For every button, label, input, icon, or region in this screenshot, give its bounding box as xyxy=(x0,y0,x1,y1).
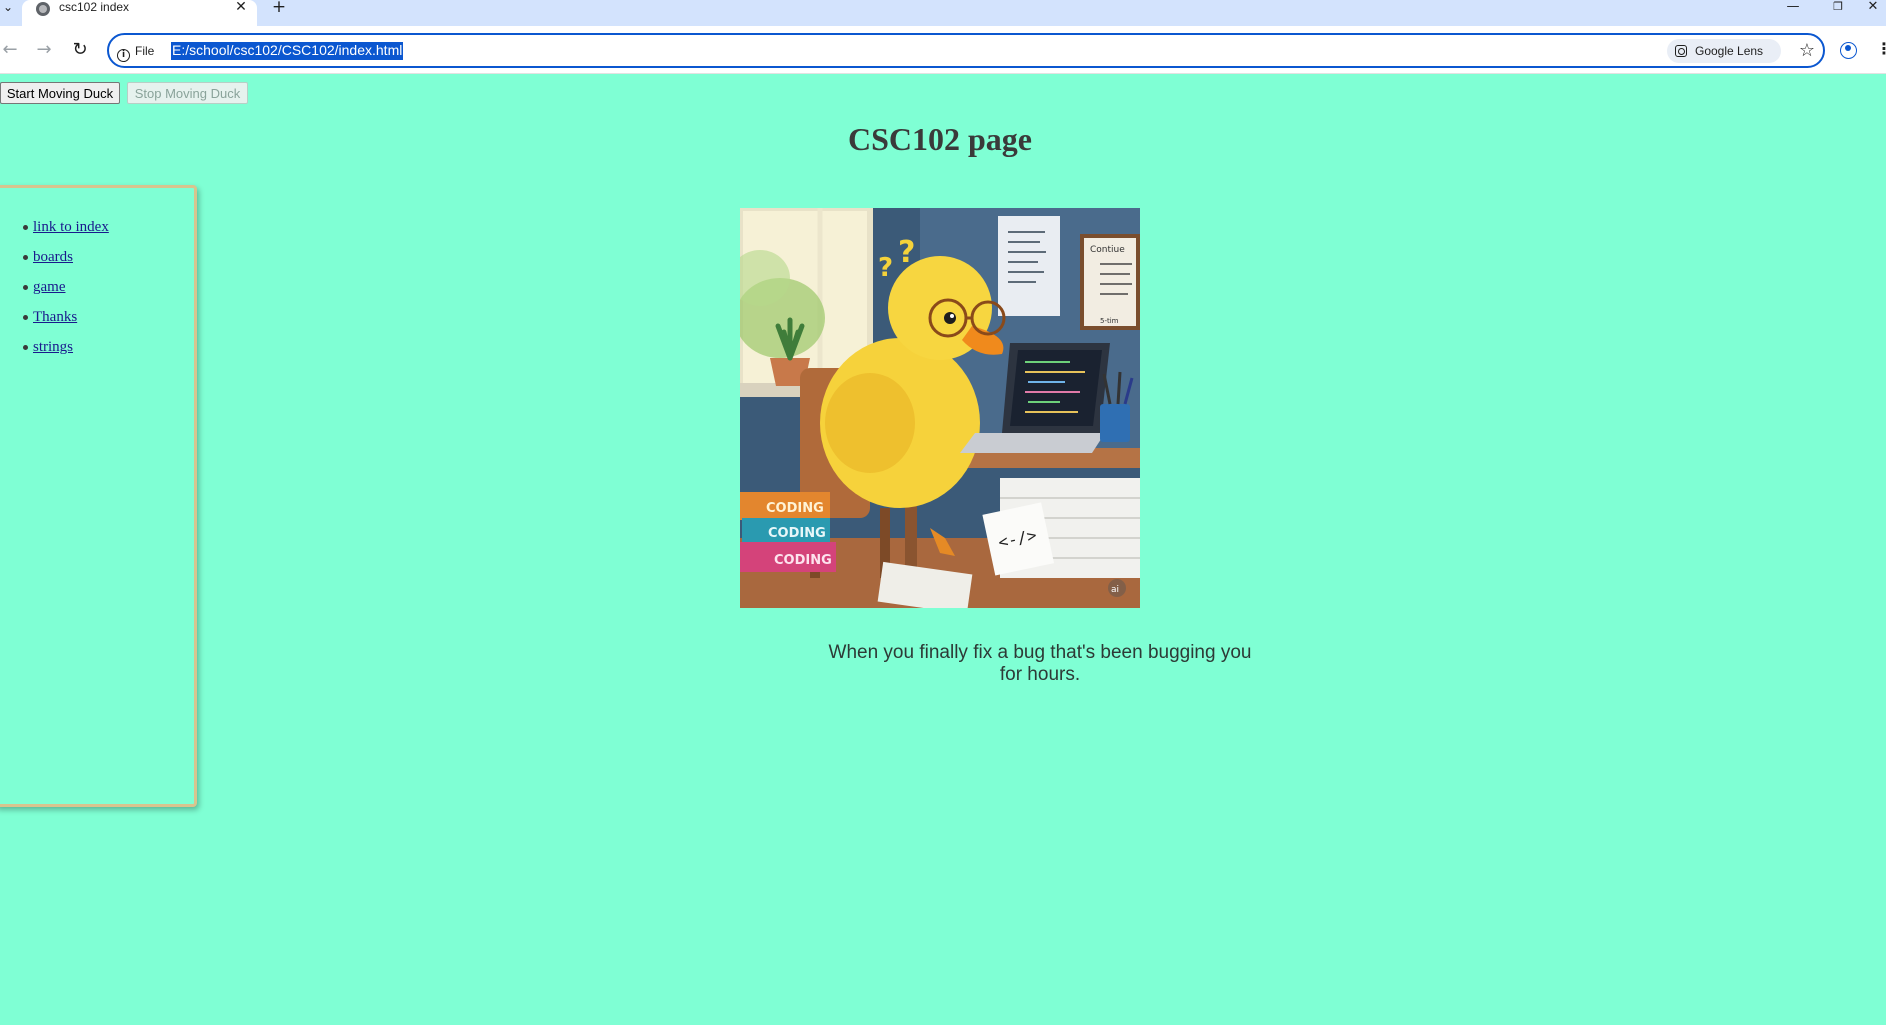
page-viewport: Start Moving Duck Stop Moving Duck CSC10… xyxy=(0,75,1886,1025)
board-title: Contiue xyxy=(1090,245,1125,255)
browser-toolbar: ← → ↻ i File E:/school/csc102/CSC102/inde… xyxy=(0,26,1886,74)
close-window-button[interactable]: ✕ xyxy=(1860,0,1886,16)
menu-kebab-icon[interactable]: ⋮ xyxy=(1876,38,1886,62)
stop-moving-duck-button[interactable]: Stop Moving Duck xyxy=(127,82,248,104)
back-button[interactable]: ← xyxy=(0,38,22,62)
tab-search-chevron-icon[interactable]: ⌄ xyxy=(0,0,16,16)
nav-item: link to index xyxy=(23,218,109,248)
site-info-label: File xyxy=(135,44,155,58)
nav-link-game[interactable]: game xyxy=(33,279,65,295)
nav-item: game xyxy=(23,278,109,308)
site-info-button[interactable]: i File xyxy=(117,41,155,62)
tab-strip: ⌄ csc102 index ✕ + — ❐ ✕ xyxy=(0,0,1886,26)
duck-coding-image: Contiue 5-tim ? ? <-/> CODING CODING COD… xyxy=(740,208,1140,608)
nav-item: Thanks xyxy=(23,308,109,338)
board-footer: 5-tim xyxy=(1100,317,1119,325)
ai-watermark: ai xyxy=(1111,585,1119,595)
book-label: CODING xyxy=(768,526,826,541)
nav-link-strings[interactable]: strings xyxy=(33,339,73,355)
nav-list: link to index boards game Thanks strings xyxy=(23,218,109,368)
url-text[interactable]: E:/school/csc102/CSC102/index.html xyxy=(171,42,404,60)
reload-button[interactable]: ↻ xyxy=(68,38,92,62)
close-tab-icon[interactable]: ✕ xyxy=(233,0,249,16)
address-bar[interactable]: i File E:/school/csc102/CSC102/index.html… xyxy=(107,33,1825,68)
start-moving-duck-button[interactable]: Start Moving Duck xyxy=(0,82,120,104)
bookmark-star-icon[interactable]: ☆ xyxy=(1795,39,1819,63)
tab-title: csc102 index xyxy=(59,0,130,14)
minimize-button[interactable]: — xyxy=(1770,0,1816,16)
nav-link-thanks[interactable]: Thanks xyxy=(33,309,77,325)
profile-icon[interactable] xyxy=(1840,42,1857,59)
nav-item: boards xyxy=(23,248,109,278)
lens-icon xyxy=(1675,45,1687,57)
forward-button[interactable]: → xyxy=(32,38,56,62)
sidebar-nav: link to index boards game Thanks strings xyxy=(0,185,197,807)
restore-button[interactable]: ❐ xyxy=(1815,0,1861,16)
lens-label: Google Lens xyxy=(1695,44,1764,58)
svg-text:?: ? xyxy=(878,253,893,283)
nav-item: strings xyxy=(23,338,109,368)
page-title: CSC102 page xyxy=(847,121,1032,157)
info-icon: i xyxy=(117,49,130,62)
duck-illustration: Contiue 5-tim ? ? <-/> CODING CODING COD… xyxy=(740,208,1140,608)
browser-tab[interactable]: csc102 index ✕ xyxy=(22,0,257,26)
new-tab-button[interactable]: + xyxy=(270,0,288,16)
image-caption: When you finally fix a bug that's been b… xyxy=(828,642,1252,685)
book-label: CODING xyxy=(766,501,824,516)
nav-link-boards[interactable]: boards xyxy=(33,249,73,265)
globe-icon xyxy=(36,2,50,16)
nav-link-index[interactable]: link to index xyxy=(33,219,109,235)
google-lens-button[interactable]: Google Lens xyxy=(1667,39,1781,63)
book-label: CODING xyxy=(774,553,832,568)
